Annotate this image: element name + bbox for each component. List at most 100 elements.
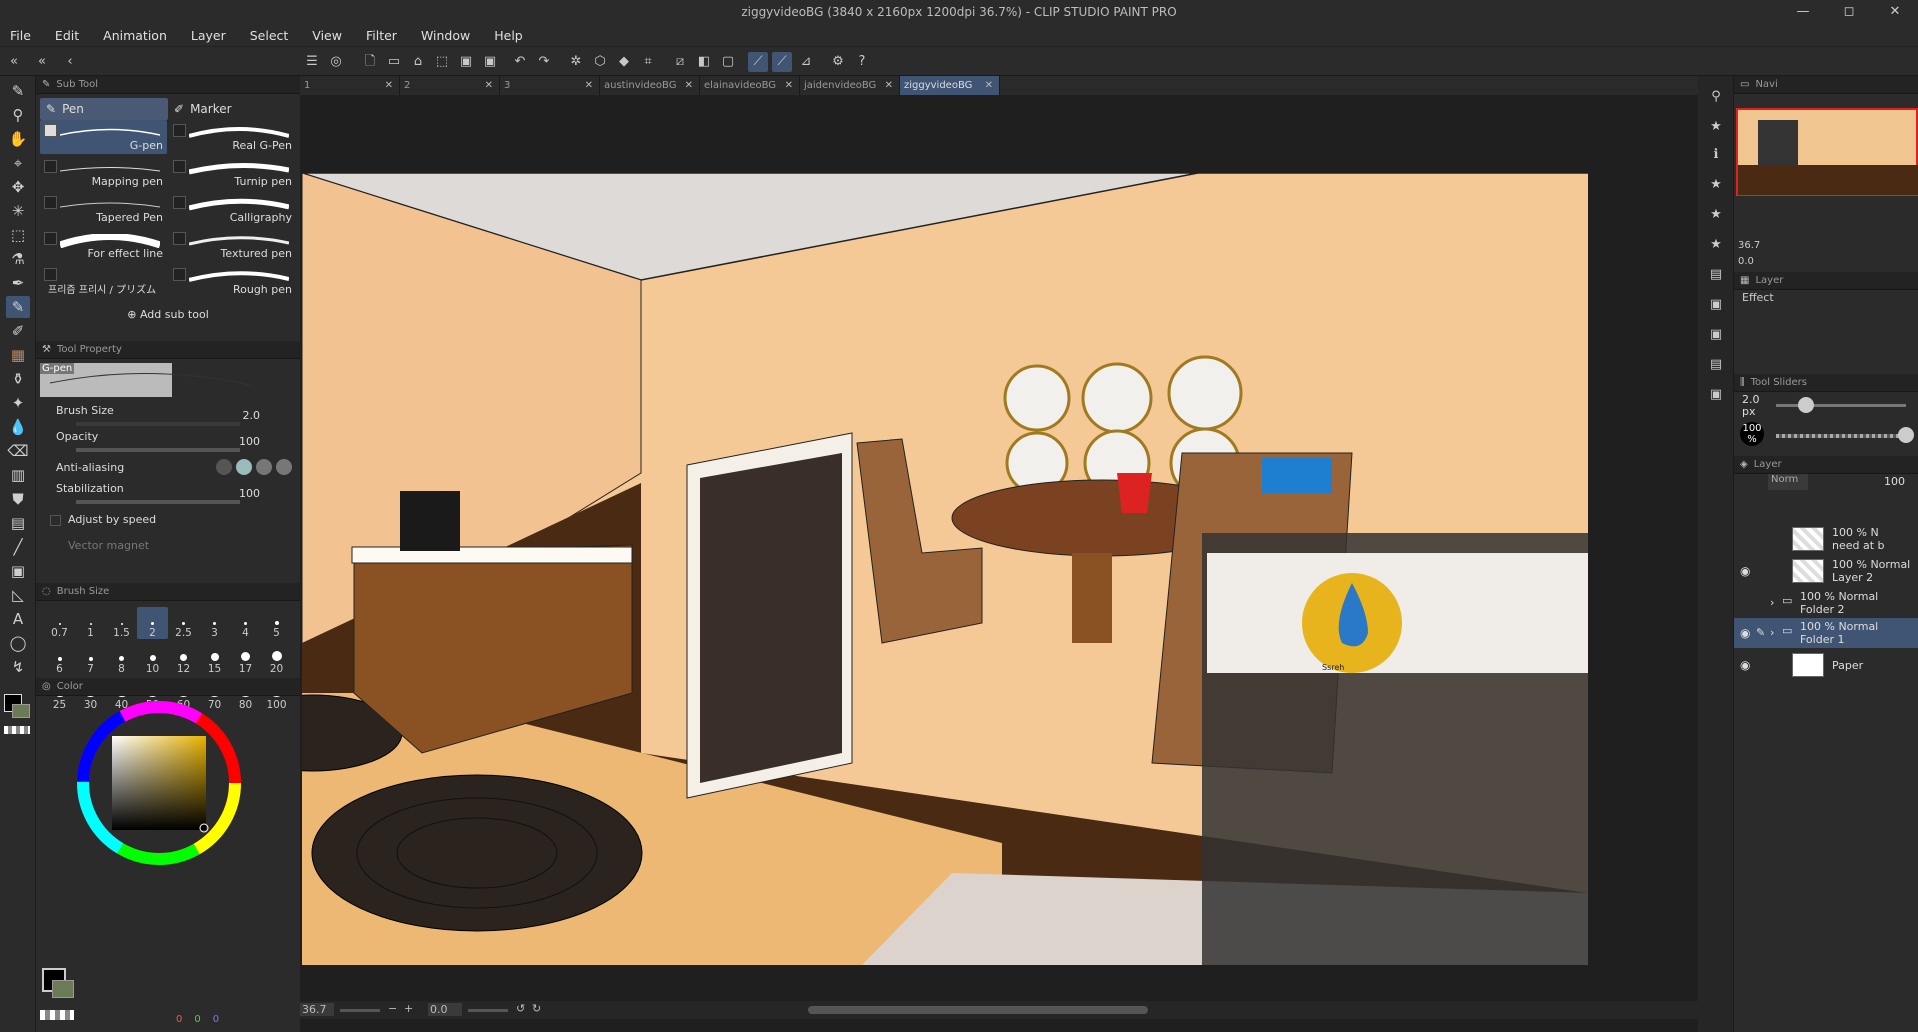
doc-tab[interactable]: austinvideoBG ✕: [600, 76, 700, 95]
sub-color-swatch[interactable]: [12, 704, 30, 718]
zoom-in-icon[interactable]: +: [404, 1002, 413, 1015]
brush-item[interactable]: Tapered Pen: [40, 192, 167, 226]
collapse-icon[interactable]: «: [4, 52, 24, 72]
brush-size-option[interactable]: 8: [106, 643, 137, 675]
export-icon[interactable]: ⬚: [432, 52, 452, 72]
brush-item[interactable]: Mapping pen: [40, 156, 167, 190]
redo-icon[interactable]: ↷: [534, 52, 554, 72]
menu-layer[interactable]: Layer: [191, 28, 226, 43]
doc-tab[interactable]: 2 ✕: [400, 76, 500, 95]
text-tool-icon[interactable]: A: [6, 608, 30, 630]
brush-size-option[interactable]: 20: [261, 643, 292, 675]
stabilization-value[interactable]: 100: [239, 487, 260, 500]
layer-row[interactable]: › ▭ 100 % Normal Folder 2: [1734, 588, 1918, 618]
image-icon[interactable]: ▣: [1705, 384, 1727, 406]
decoration-icon[interactable]: ▦: [6, 344, 30, 366]
menu-edit[interactable]: Edit: [55, 28, 79, 43]
brush-checkbox[interactable]: [44, 232, 57, 245]
object-tool-icon[interactable]: ⌖: [6, 152, 30, 174]
brush-size-row[interactable]: Brush Size 2.0: [36, 403, 300, 429]
doc-tab-active[interactable]: ziggyvideoBG ✕: [900, 76, 1000, 95]
brush-size-option[interactable]: 15: [199, 643, 230, 675]
antialias-options[interactable]: [216, 459, 292, 475]
selection-tool-icon[interactable]: ⬚: [6, 224, 30, 246]
close-tab-icon[interactable]: ✕: [985, 76, 993, 95]
eyedropper-icon[interactable]: ⚗: [6, 248, 30, 270]
tab-marker[interactable]: ✐ Marker: [168, 98, 296, 120]
expand-chevron-icon[interactable]: ›: [1770, 596, 1774, 609]
line-tool-icon[interactable]: ╱: [6, 536, 30, 558]
image-icon[interactable]: ▣: [1705, 324, 1727, 346]
undo-icon[interactable]: ↶: [510, 52, 530, 72]
clear-icon[interactable]: ⬡: [590, 52, 610, 72]
layer-row[interactable]: ◉ 100 % Normal Layer 2: [1734, 556, 1918, 586]
stabilization-row[interactable]: Stabilization 100: [36, 481, 300, 507]
artwork-canvas[interactable]: Ssreh: [302, 173, 1588, 965]
ruler-tool-icon[interactable]: ◺: [6, 584, 30, 606]
brush-size-option[interactable]: 3: [199, 607, 230, 639]
brush-size-option[interactable]: 0.7: [44, 607, 75, 639]
rotate-right-icon[interactable]: ↻: [532, 1002, 541, 1015]
brush-item[interactable]: G-pen: [40, 120, 167, 154]
brush-item[interactable]: 프리즘 프리시 / プリズム: [40, 264, 167, 298]
correct-line-icon[interactable]: ↯: [6, 656, 30, 678]
navigator-rotation[interactable]: 0.0: [1738, 256, 1754, 267]
gradient-icon[interactable]: ▤: [6, 512, 30, 534]
export-png-icon[interactable]: ▣: [480, 52, 500, 72]
snap-grid-icon[interactable]: ⊿: [796, 52, 816, 72]
brush-size-option[interactable]: 10: [137, 643, 168, 675]
loading-icon[interactable]: ✲: [566, 52, 586, 72]
maximize-button[interactable]: ◻: [1826, 0, 1872, 24]
history-icon[interactable]: ▤: [1705, 264, 1727, 286]
menu-view[interactable]: View: [312, 28, 342, 43]
checkbox[interactable]: [50, 515, 61, 526]
figure-tool-icon[interactable]: ▥: [6, 464, 30, 486]
blend-icon[interactable]: 💧: [6, 416, 30, 438]
save-icon[interactable]: ⌂: [408, 52, 428, 72]
zoom-tool-icon[interactable]: ⚲: [6, 104, 30, 126]
angle-readout[interactable]: 0.0: [428, 1003, 462, 1016]
close-tab-icon[interactable]: ✕: [585, 76, 593, 95]
angle-slider[interactable]: [468, 1009, 508, 1012]
decoration-sparkle-icon[interactable]: ✦: [6, 392, 30, 414]
doc-tab[interactable]: 3 ✕: [500, 76, 600, 95]
arrow-left-icon[interactable]: ‹: [60, 52, 80, 72]
brush-size-option[interactable]: 4: [230, 607, 261, 639]
blend-mode-select[interactable]: Norm: [1768, 474, 1808, 490]
brush-item[interactable]: For effect line: [40, 228, 167, 262]
hand-tool-icon[interactable]: ✋: [6, 128, 30, 150]
rotate-left-icon[interactable]: ↺: [516, 1002, 525, 1015]
pen-icon[interactable]: ✒: [6, 272, 30, 294]
color-wheel[interactable]: [74, 698, 244, 868]
brush-item[interactable]: Rough pen: [169, 264, 296, 298]
pen-tool-icon[interactable]: ✎: [6, 296, 30, 318]
zoom-out-icon[interactable]: −: [388, 1002, 397, 1015]
transform-icon[interactable]: ⌗: [638, 52, 658, 72]
adjust-by-speed-row[interactable]: Adjust by speed: [36, 507, 300, 533]
expand-chevron-icon[interactable]: ›: [1770, 626, 1774, 639]
doc-tab[interactable]: elainavideoBG ✕: [700, 76, 800, 95]
collapse-left-icon[interactable]: «: [32, 52, 52, 72]
doc-tab[interactable]: 1 ✕: [300, 76, 400, 95]
brush-checkbox[interactable]: [44, 268, 57, 281]
open-file-icon[interactable]: ▭: [384, 52, 404, 72]
fill-tool-icon[interactable]: ⛊: [6, 488, 30, 510]
eraser-icon[interactable]: ⌫: [6, 440, 30, 462]
minimize-button[interactable]: —: [1780, 0, 1826, 24]
eye-icon[interactable]: ◉: [1740, 626, 1750, 640]
zoom-slider[interactable]: [340, 1009, 380, 1012]
export-jpg-icon[interactable]: ▣: [456, 52, 476, 72]
close-tab-icon[interactable]: ✕: [785, 76, 793, 95]
material-icon[interactable]: ★: [1705, 116, 1727, 138]
navigator-preview[interactable]: [1736, 108, 1918, 196]
brush-size-option[interactable]: 1.5: [106, 607, 137, 639]
brush-size-option[interactable]: 12: [168, 643, 199, 675]
snap-special-ruler-icon[interactable]: ⟋: [772, 52, 792, 72]
eye-icon[interactable]: ◉: [1740, 564, 1750, 578]
antialias-row[interactable]: Anti-aliasing: [36, 455, 300, 481]
brush-checkbox[interactable]: [173, 160, 186, 173]
brush-size-option[interactable]: 2.5: [168, 607, 199, 639]
frame-tool-icon[interactable]: ▣: [6, 560, 30, 582]
close-tab-icon[interactable]: ✕: [385, 76, 393, 95]
menu-file[interactable]: File: [10, 28, 31, 43]
